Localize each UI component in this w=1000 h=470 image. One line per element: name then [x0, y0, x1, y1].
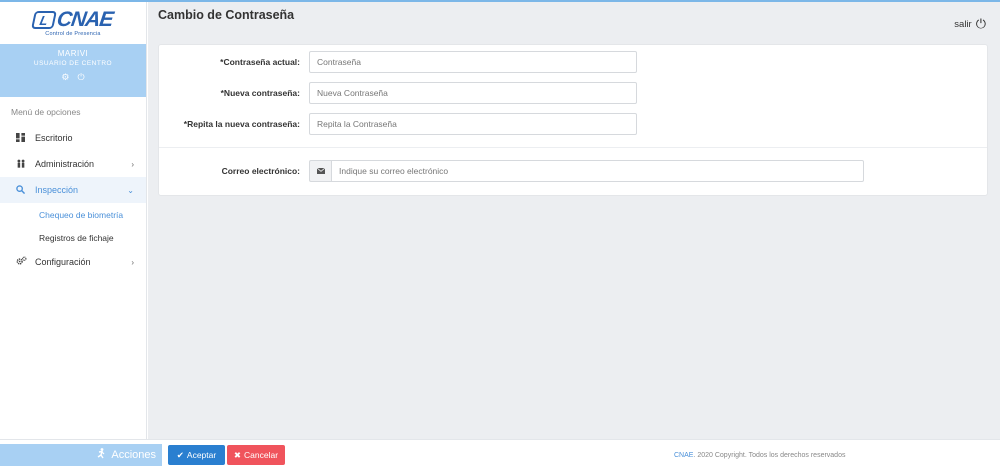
chevron-right-icon: › — [131, 159, 134, 169]
email-input[interactable] — [331, 160, 864, 182]
acciones-button[interactable]: Acciones — [0, 444, 162, 466]
user-panel: MARIVI USUARIO DE CENTRO ⚙ ⏻ — [0, 44, 146, 97]
sidebar-item-label: Escritorio — [35, 133, 73, 143]
running-person-icon — [96, 448, 106, 462]
form-divider — [159, 147, 987, 148]
close-icon: ✖ — [233, 449, 242, 460]
logo: L CNAE Control de Presencia — [31, 7, 115, 37]
sidebar-item-label: Inspección — [35, 185, 79, 195]
logo-area[interactable]: L CNAE Control de Presencia — [0, 2, 146, 44]
power-icon: ⏻ — [975, 16, 986, 31]
logo-text: CNAE — [55, 7, 115, 31]
dashboard-icon — [16, 132, 30, 144]
current-password-input[interactable] — [309, 51, 637, 73]
email-row: Correo electrónico: — [159, 160, 989, 184]
repeat-password-row: *Repita la nueva contraseña: — [159, 113, 989, 137]
new-password-input[interactable] — [309, 82, 637, 104]
copyright-text: . 2020 Copyright. Todos los derechos res… — [693, 452, 846, 459]
envelope-icon — [309, 160, 331, 182]
users-icon — [16, 159, 30, 170]
accept-button[interactable]: ✔ Aceptar — [168, 445, 225, 465]
repeat-password-input[interactable] — [309, 113, 637, 135]
cogs-icon — [16, 256, 30, 268]
current-password-row: *Contraseña actual: — [159, 51, 989, 75]
logout-link[interactable]: salir ⏻ — [954, 16, 986, 32]
user-settings-gear-icon[interactable]: ⚙ — [61, 72, 69, 83]
logout-label: salir — [954, 18, 972, 30]
check-icon: ✔ — [176, 449, 184, 460]
repeat-password-label: *Repita la nueva contraseña: — [183, 119, 300, 129]
cancel-button[interactable]: ✖ Cancelar — [227, 445, 285, 465]
sidebar-item-administracion[interactable]: Administración › — [0, 151, 146, 177]
submenu-item-registros-fichaje[interactable]: Registros de fichaje — [0, 226, 146, 249]
copyright: CNAE. 2020 Copyright. Todos los derechos… — [674, 452, 845, 459]
logo-subtitle: Control de Presencia — [45, 30, 101, 37]
footer: Acciones ✔ Aceptar ✖ Cancelar CNAE. 2020… — [0, 439, 1000, 470]
copyright-brand-link[interactable]: CNAE — [674, 452, 693, 459]
new-password-label: *Nueva contraseña: — [220, 88, 300, 98]
sidebar-item-escritorio[interactable]: Escritorio — [0, 125, 146, 151]
search-icon — [16, 184, 30, 196]
current-password-label: *Contraseña actual: — [220, 57, 300, 67]
password-form-card: *Contraseña actual: *Nueva contraseña: *… — [158, 44, 988, 196]
sidebar: L CNAE Control de Presencia MARIVI USUAR… — [0, 2, 147, 439]
submenu-item-chequeo-biometria[interactable]: Chequeo de biometría — [0, 203, 146, 226]
accept-label: Aceptar — [186, 450, 217, 460]
main-content: Cambio de Contraseña salir ⏻ *Contraseña… — [148, 2, 1000, 439]
page-title: Cambio de Contraseña — [158, 8, 295, 22]
logo-mark: L — [31, 10, 58, 29]
chevron-down-icon: ⌄ — [127, 185, 134, 195]
new-password-row: *Nueva contraseña: — [159, 82, 989, 106]
email-label: Correo electrónico: — [221, 166, 300, 176]
email-input-group — [309, 160, 864, 182]
chevron-right-icon: › — [131, 257, 134, 267]
acciones-label: Acciones — [111, 449, 156, 461]
sidebar-item-label: Configuración — [35, 257, 91, 267]
user-role: USUARIO DE CENTRO — [33, 60, 113, 67]
user-name: MARIVI — [57, 49, 89, 58]
user-power-icon[interactable]: ⏻ — [77, 72, 84, 83]
sidebar-item-inspeccion[interactable]: Inspección ⌄ — [0, 177, 146, 203]
sidebar-item-label: Administración — [35, 159, 95, 169]
cancel-label: Cancelar — [244, 450, 279, 460]
sidebar-item-configuracion[interactable]: Configuración › — [0, 249, 146, 275]
menu-header: Menú de opciones — [11, 107, 81, 117]
